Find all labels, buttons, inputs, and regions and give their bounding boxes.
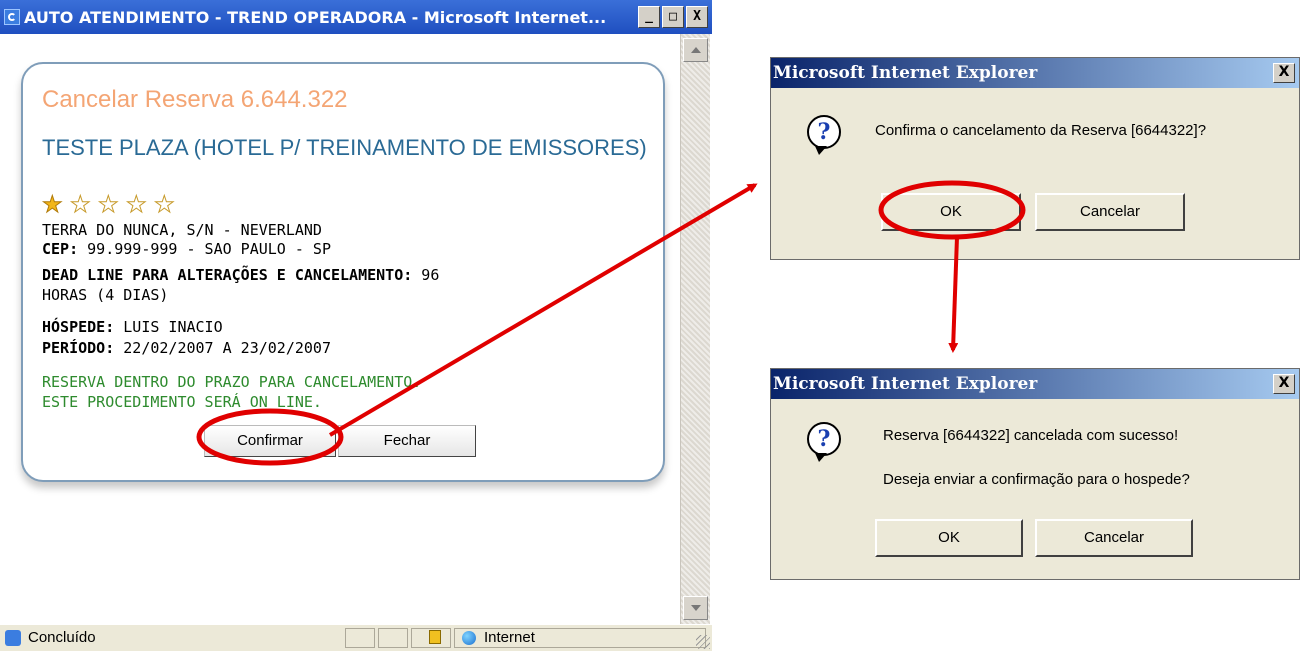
hotel-address: TERRA DO NUNCA, S/N - NEVERLAND (42, 221, 322, 239)
close-button[interactable]: X (686, 6, 708, 28)
guest-value: LUIS INACIO (114, 318, 223, 336)
status-cell (345, 628, 375, 648)
success-dialog: Microsoft Internet Explorer X ? Reserva … (770, 368, 1300, 580)
dialog-title: Microsoft Internet Explorer (773, 63, 1038, 83)
period-value: 22/02/2007 A 23/02/2007 (114, 339, 331, 357)
dialog-message-line-2: Deseja enviar a confirmação para o hospe… (883, 471, 1190, 488)
confirm-dialog: Microsoft Internet Explorer X ? Confirma… (770, 57, 1300, 260)
hotel-name: TESTE PLAZA (HOTEL P/ TREINAMENTO DE EMI… (42, 135, 647, 160)
ok-button[interactable]: OK (875, 519, 1023, 557)
deadline: DEAD LINE PARA ALTERAÇÕES E CANCELAMENTO… (42, 266, 602, 284)
cep-value: 99.999-999 - SAO PAULO - SP (78, 240, 331, 258)
dialog-titlebar: Microsoft Internet Explorer X (771, 369, 1299, 399)
guest-label: HÓSPEDE: (42, 318, 115, 336)
dialog-close-button[interactable]: X (1273, 374, 1295, 394)
period-label: PERÍODO: (42, 339, 115, 357)
cancel-button[interactable]: Cancelar (1035, 193, 1185, 231)
dialog-title: Microsoft Internet Explorer (773, 374, 1038, 394)
lock-icon (429, 630, 441, 644)
cep-label: CEP: (42, 240, 79, 258)
star-filled-icon: ★ (42, 192, 64, 218)
notice-line-2: ESTE PROCEDIMENTO SERÁ ON LINE. (42, 393, 322, 411)
status-text: Concluído (28, 629, 96, 646)
dialog-message-line-1: Reserva [6644322] cancelada com sucesso! (883, 427, 1179, 444)
dialog-message: Confirma o cancelamento da Reserva [6644… (875, 122, 1207, 139)
deadline-value: 96 (412, 266, 440, 284)
maximize-button[interactable]: □ (662, 6, 684, 28)
deadline-cont: HORAS (4 DIAS) (42, 286, 169, 304)
question-icon: ? (807, 115, 841, 155)
cancel-button[interactable]: Cancelar (1035, 519, 1193, 557)
dialog-titlebar: Microsoft Internet Explorer X (771, 58, 1299, 88)
star-empty-icon: ★ (70, 192, 92, 218)
ok-button[interactable]: OK (881, 193, 1021, 231)
ie-window-title: AUTO ATENDIMENTO - TREND OPERADORA - Mic… (24, 8, 607, 27)
ie-logo-icon (4, 9, 20, 25)
minimize-button[interactable]: _ (638, 6, 660, 28)
question-icon: ? (807, 422, 841, 462)
star-empty-icon: ★ (98, 192, 120, 218)
guest: HÓSPEDE: LUIS INACIO (42, 318, 602, 336)
deadline-label: DEAD LINE PARA ALTERAÇÕES E CANCELAMENTO… (42, 266, 413, 284)
star-rating: ★ ★ ★ ★ ★ (42, 192, 182, 218)
period: PERÍODO: 22/02/2007 A 23/02/2007 (42, 339, 602, 357)
page-done-icon (5, 630, 21, 646)
window-controls: _ □ X (638, 6, 708, 28)
close-dialog-button[interactable]: Fechar (338, 425, 476, 457)
vertical-scrollbar[interactable] (680, 34, 710, 624)
star-empty-icon: ★ (154, 192, 176, 218)
scroll-up-icon[interactable] (683, 38, 708, 62)
notice-line-1: RESERVA DENTRO DO PRAZO PARA CANCELAMENT… (42, 373, 422, 391)
ie-titlebar: AUTO ATENDIMENTO - TREND OPERADORA - Mic… (0, 0, 712, 34)
scroll-down-icon[interactable] (683, 596, 708, 620)
resize-grip-icon[interactable] (696, 635, 710, 649)
dialog-close-button[interactable]: X (1273, 63, 1295, 83)
star-empty-icon: ★ (126, 192, 148, 218)
page-title: Cancelar Reserva 6.644.322 (42, 86, 348, 113)
globe-icon (462, 631, 476, 645)
zone-text: Internet (484, 629, 535, 646)
hotel-cep: CEP: 99.999-999 - SAO PAULO - SP (42, 240, 602, 258)
status-cell (378, 628, 408, 648)
confirm-button[interactable]: Confirmar (204, 425, 336, 457)
status-bar: Concluído Internet (0, 624, 712, 651)
ie-window: AUTO ATENDIMENTO - TREND OPERADORA - Mic… (0, 0, 712, 651)
